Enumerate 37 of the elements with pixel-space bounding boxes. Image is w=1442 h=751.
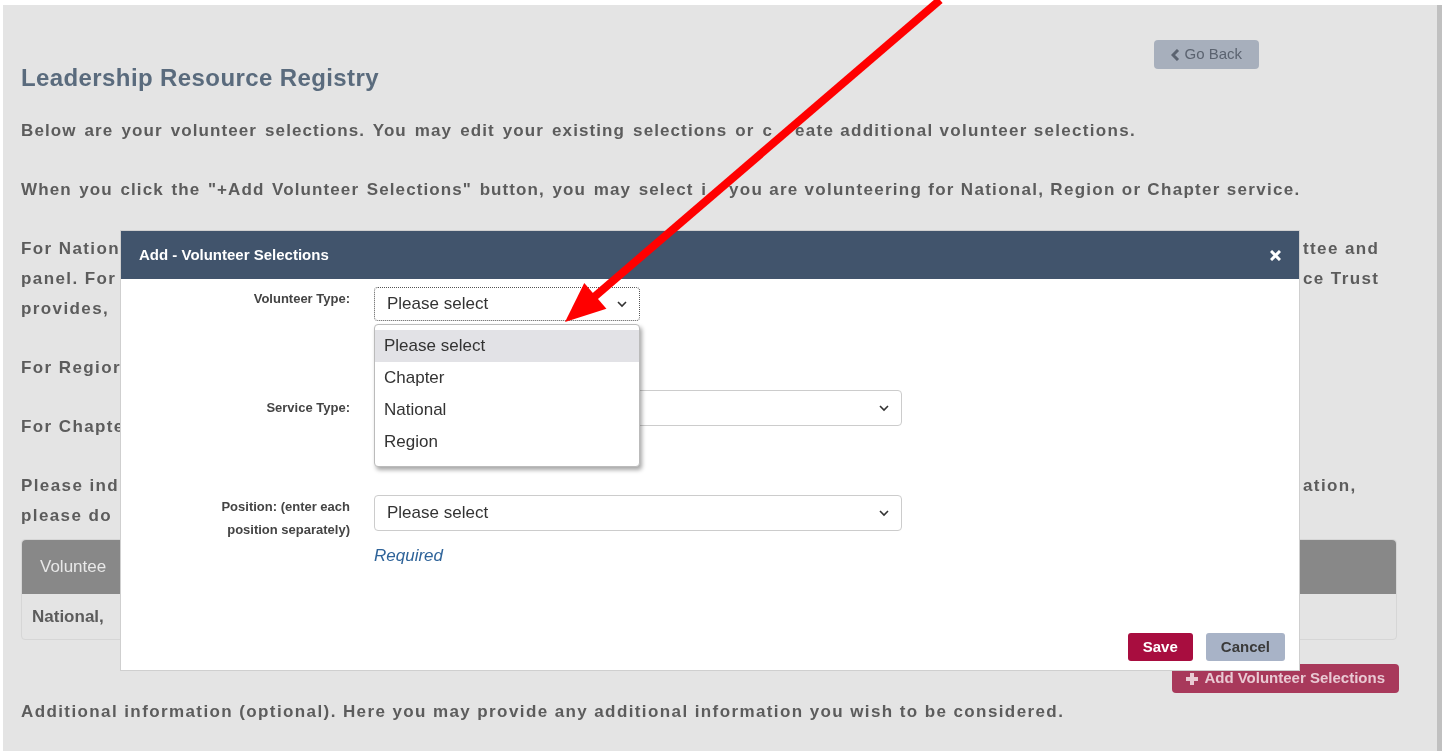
paragraph-text: When you click the "+Add Volunteer Selections" button, you may select i: [21, 179, 707, 202]
plus-icon: [1186, 672, 1199, 685]
paragraph-text: For Chapte: [21, 416, 125, 439]
paragraph-text: Below are your volunteer selections. You may edit your existing selections or c: [21, 120, 773, 143]
field-label: Volunteer Type:: [252, 290, 350, 308]
page-title: Leadership Resource Registry: [21, 63, 379, 93]
cancel-button[interactable]: Cancel: [1205, 633, 1285, 661]
modal-title: Add - Volunteer Selections: [139, 244, 329, 265]
paragraph-text: ation,: [1303, 475, 1357, 498]
field-label: Position: (enter each position separately): [220, 498, 350, 539]
paragraph-text: panel. For: [21, 268, 117, 291]
select-field[interactable]: Please select: [374, 287, 640, 321]
paragraph-text: ttee and: [1303, 238, 1380, 261]
column-header: Voluntee: [40, 556, 107, 579]
paragraph-text: For Regior: [21, 357, 121, 380]
chevron-down-icon: [879, 404, 889, 412]
field-label: Service Type:: [265, 399, 350, 417]
chevron-down-icon: [617, 300, 627, 308]
paragraph-text: ce Trust: [1303, 268, 1380, 291]
dropdown-option[interactable]: Please select: [375, 330, 639, 362]
table-cell-text: National,: [32, 605, 104, 628]
paragraph-text: please do: [21, 505, 113, 528]
select-field[interactable]: Please select: [374, 495, 902, 531]
chevron-left-icon: [1171, 48, 1181, 61]
paragraph-text: For Nation: [21, 238, 120, 261]
save-button[interactable]: Save: [1127, 633, 1193, 661]
close-icon[interactable]: [1270, 249, 1281, 261]
dropdown-option[interactable]: Chapter: [375, 362, 639, 394]
dropdown-option[interactable]: National: [375, 394, 639, 426]
paragraph-text: Additional information (optional). Here you may provide any additional information you wish to be considered.: [21, 701, 1066, 723]
chevron-down-icon: [879, 509, 889, 517]
required-hint: Required: [374, 545, 445, 567]
paragraph-text: you are volunteering for National, Region or Chapter service.: [729, 179, 1301, 202]
paragraph-text: eate additional volunteer selections.: [795, 120, 1136, 143]
dropdown-option[interactable]: Region: [375, 426, 639, 458]
paragraph-text: provides,: [21, 298, 110, 321]
paragraph-text: Please ind: [21, 475, 120, 498]
